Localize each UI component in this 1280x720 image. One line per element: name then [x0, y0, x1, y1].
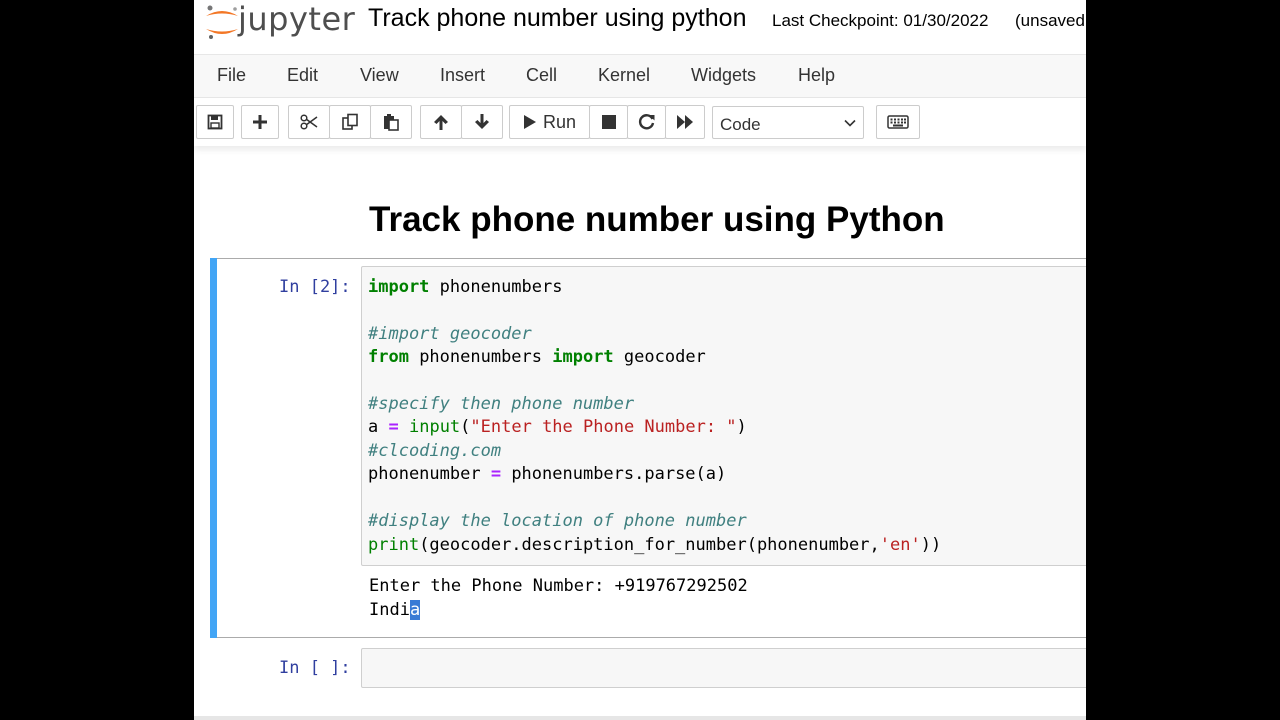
arrow-up-icon: [434, 115, 448, 130]
copy-button[interactable]: [329, 105, 371, 139]
code-comment: #specify then phone number: [368, 394, 635, 414]
logo-text: jupyter: [238, 0, 356, 38]
code-token: input: [408, 417, 461, 437]
interrupt-kernel-button[interactable]: [589, 105, 628, 139]
menu-file[interactable]: File: [217, 65, 246, 86]
code-comment: #display the location of phone number: [368, 511, 747, 531]
play-icon: [523, 115, 536, 129]
insert-cell-button[interactable]: [241, 105, 279, 139]
arrow-down-icon: [475, 114, 489, 129]
menu-help[interactable]: Help: [798, 65, 835, 86]
code-comment: #import geocoder: [368, 324, 532, 344]
code-token: phonenumber: [368, 464, 491, 484]
code-token: phonenumbers: [408, 347, 553, 367]
keyboard-icon: [887, 115, 909, 129]
code-token: from: [368, 347, 409, 367]
plus-icon: [253, 115, 267, 129]
save-status: (unsaved: [1015, 11, 1085, 30]
run-button[interactable]: Run: [509, 105, 590, 139]
code-token: (geocoder.description_for_number(phonenu…: [419, 535, 880, 555]
chevron-down-icon: [844, 119, 856, 127]
menu-widgets[interactable]: Widgets: [691, 65, 756, 86]
code-line: a = input("Enter the Phone Number: "): [368, 417, 747, 437]
empty-code-cell[interactable]: [361, 648, 1086, 688]
code-token: print: [368, 535, 420, 555]
cell-selection-bar: [210, 258, 217, 638]
toolbar: Run: [194, 98, 1086, 146]
code-comment: #clcoding.com: [368, 441, 502, 461]
checkpoint-status: Last Checkpoint: 01/30/2022: [772, 11, 989, 30]
command-palette-button[interactable]: [876, 105, 920, 139]
save-icon: [207, 114, 223, 130]
code-token: "Enter the Phone Number: ": [470, 417, 737, 437]
paste-button[interactable]: [370, 105, 412, 139]
code-token: a: [368, 417, 389, 437]
code-line: phonenumber = phonenumbers.parse(a): [368, 464, 726, 484]
menubar: File Edit View Insert Cell Kernel Widget…: [194, 54, 1086, 98]
cell-type-select[interactable]: Code: [712, 106, 864, 139]
code-token: geocoder: [613, 347, 706, 367]
move-down-button[interactable]: [461, 105, 503, 139]
output-line: Enter the Phone Number: +919767292502: [369, 576, 748, 596]
code-line: print(geocoder.description_for_number(ph…: [368, 535, 941, 555]
bottom-divider: [194, 716, 1086, 720]
cell-prompt: In [2]:: [279, 277, 351, 297]
code-token: =: [388, 417, 399, 437]
jupyter-logo-icon[interactable]: [202, 2, 242, 42]
code-token: )): [920, 535, 942, 555]
menu-kernel[interactable]: Kernel: [598, 65, 650, 86]
stop-icon: [601, 115, 616, 129]
menu-edit[interactable]: Edit: [287, 65, 318, 86]
save-button[interactable]: [196, 105, 234, 139]
menu-cell[interactable]: Cell: [526, 65, 557, 86]
text-selection: a: [409, 600, 421, 620]
menu-view[interactable]: View: [360, 65, 399, 86]
cell-type-value: Code: [720, 115, 761, 134]
refresh-icon: [638, 114, 654, 130]
cell-prompt: In [ ]:: [279, 658, 351, 678]
code-token: phonenumbers.parse(a): [501, 464, 727, 484]
restart-kernel-button[interactable]: [627, 105, 666, 139]
fast-forward-icon: [677, 115, 693, 129]
code-line: from phonenumbers import geocoder: [368, 347, 706, 367]
output-line: India: [369, 600, 421, 620]
code-token: =: [490, 464, 502, 484]
cut-button[interactable]: [288, 105, 330, 139]
output-text: Indi: [369, 600, 410, 620]
code-token: (: [460, 417, 471, 437]
code-token: 'en': [879, 535, 921, 555]
paste-icon: [384, 114, 399, 131]
move-up-button[interactable]: [420, 105, 462, 139]
code-token: phonenumbers: [429, 277, 563, 297]
notebook-title[interactable]: Track phone number using python: [368, 4, 746, 33]
code-token: import: [368, 277, 430, 297]
menu-insert[interactable]: Insert: [440, 65, 485, 86]
restart-run-all-button[interactable]: [665, 105, 705, 139]
run-label: Run: [542, 111, 577, 132]
code-token: import: [552, 347, 614, 367]
markdown-heading[interactable]: Track phone number using Python: [369, 200, 945, 240]
code-line: import phonenumbers: [368, 277, 562, 297]
scissors-icon: [300, 114, 318, 130]
copy-icon: [342, 113, 358, 130]
notebook-window: jupyter Track phone number using python …: [194, 0, 1086, 720]
header: jupyter Track phone number using python …: [194, 0, 1086, 48]
code-token: ): [736, 417, 747, 437]
